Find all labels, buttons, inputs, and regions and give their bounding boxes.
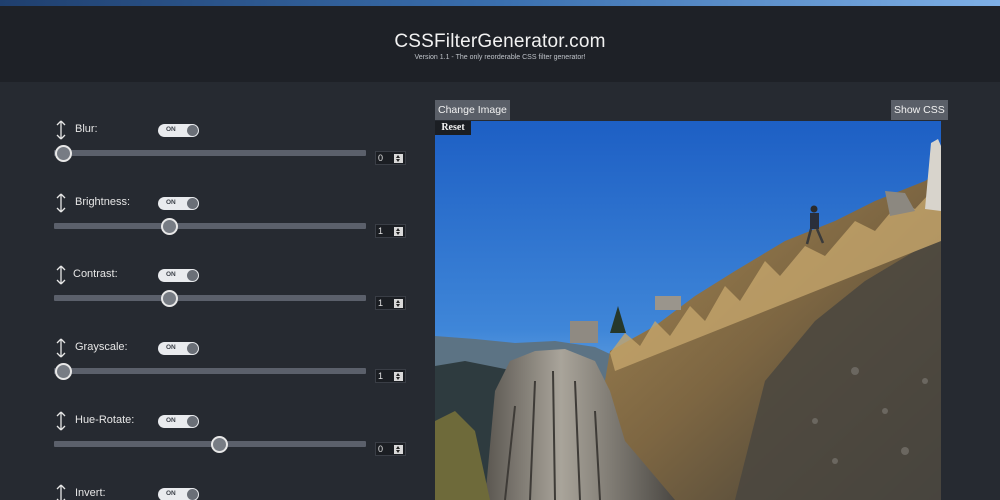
toggle-knob bbox=[187, 270, 198, 281]
reorder-handle-icon[interactable] bbox=[56, 484, 66, 500]
reorder-handle-icon[interactable] bbox=[56, 120, 66, 140]
filter-grayscale: Grayscale: ON 1 bbox=[54, 338, 406, 398]
filter-slider-thumb[interactable] bbox=[55, 363, 72, 380]
preview-image bbox=[435, 121, 941, 500]
filter-value-stepper[interactable]: 1 bbox=[375, 369, 406, 383]
filter-value: 0 bbox=[378, 153, 384, 163]
filter-slider-thumb[interactable] bbox=[55, 145, 72, 162]
reorder-handle-icon[interactable] bbox=[56, 193, 66, 213]
filter-contrast: Contrast: ON 1 bbox=[54, 265, 406, 325]
toggle-knob bbox=[187, 125, 198, 136]
filter-blur: Blur: ON 0 bbox=[54, 120, 406, 180]
stepper-arrows-icon[interactable] bbox=[394, 154, 403, 163]
toggle-state: ON bbox=[166, 199, 176, 206]
filter-hue-rotate: Hue-Rotate: ON 0 bbox=[54, 411, 406, 471]
filter-value-stepper[interactable]: 1 bbox=[375, 296, 406, 310]
filter-value-stepper[interactable]: 0 bbox=[375, 151, 406, 165]
site-subtitle: Version 1.1 - The only reorderable CSS f… bbox=[414, 54, 586, 61]
reorder-handle-icon[interactable] bbox=[56, 265, 66, 285]
change-image-button[interactable]: Change Image bbox=[435, 100, 510, 120]
filter-label: Contrast: bbox=[73, 268, 118, 280]
filter-toggle[interactable]: ON bbox=[158, 124, 199, 137]
filter-label: Hue-Rotate: bbox=[75, 414, 135, 426]
toggle-knob bbox=[187, 489, 198, 500]
filter-value-stepper[interactable]: 0 bbox=[375, 442, 406, 456]
filter-slider-thumb[interactable] bbox=[161, 290, 179, 307]
toggle-state: ON bbox=[166, 490, 176, 497]
filter-brightness: Brightness: ON 1 bbox=[54, 193, 406, 253]
toggle-state: ON bbox=[166, 344, 176, 351]
filter-slider-track[interactable] bbox=[54, 150, 366, 156]
filter-toggle[interactable]: ON bbox=[158, 415, 199, 428]
stepper-arrows-icon[interactable] bbox=[394, 445, 403, 454]
reorder-handle-icon[interactable] bbox=[56, 338, 66, 358]
filter-slider-track[interactable] bbox=[54, 441, 366, 447]
filter-value: 1 bbox=[378, 371, 384, 381]
filter-label: Brightness: bbox=[75, 196, 131, 208]
toggle-knob bbox=[187, 343, 198, 354]
filter-toggle[interactable]: ON bbox=[158, 269, 199, 282]
toggle-knob bbox=[187, 416, 198, 427]
toggle-state: ON bbox=[166, 126, 176, 133]
filter-slider-track[interactable] bbox=[54, 295, 366, 301]
filter-label: Invert: bbox=[75, 487, 106, 499]
filter-value: 1 bbox=[378, 226, 384, 236]
show-css-button[interactable]: Show CSS bbox=[891, 100, 948, 120]
filter-value: 1 bbox=[378, 298, 384, 308]
filter-label: Grayscale: bbox=[75, 341, 128, 353]
filter-invert: Invert: ON bbox=[54, 484, 406, 500]
stepper-arrows-icon[interactable] bbox=[394, 227, 403, 236]
filter-slider-track[interactable] bbox=[54, 223, 366, 229]
filter-toggle[interactable]: ON bbox=[158, 488, 199, 500]
reset-button[interactable]: Reset bbox=[435, 121, 471, 135]
filter-slider-track[interactable] bbox=[54, 368, 366, 374]
toggle-state: ON bbox=[166, 271, 176, 278]
reorder-handle-icon[interactable] bbox=[56, 411, 66, 431]
filter-value-stepper[interactable]: 1 bbox=[375, 224, 406, 238]
stepper-arrows-icon[interactable] bbox=[394, 372, 403, 381]
stepper-arrows-icon[interactable] bbox=[394, 299, 403, 308]
filter-value: 0 bbox=[378, 444, 384, 454]
toggle-knob bbox=[187, 198, 198, 209]
site-title: CSSFilterGenerator.com bbox=[394, 31, 606, 52]
filter-slider-thumb[interactable] bbox=[211, 436, 228, 453]
toggle-state: ON bbox=[166, 417, 176, 424]
filter-toggle[interactable]: ON bbox=[158, 342, 199, 355]
site-header: CSSFilterGenerator.com Version 1.1 - The… bbox=[0, 6, 1000, 82]
filter-label: Blur: bbox=[75, 123, 98, 135]
filter-toggle[interactable]: ON bbox=[158, 197, 199, 210]
filter-slider-thumb[interactable] bbox=[161, 218, 179, 235]
